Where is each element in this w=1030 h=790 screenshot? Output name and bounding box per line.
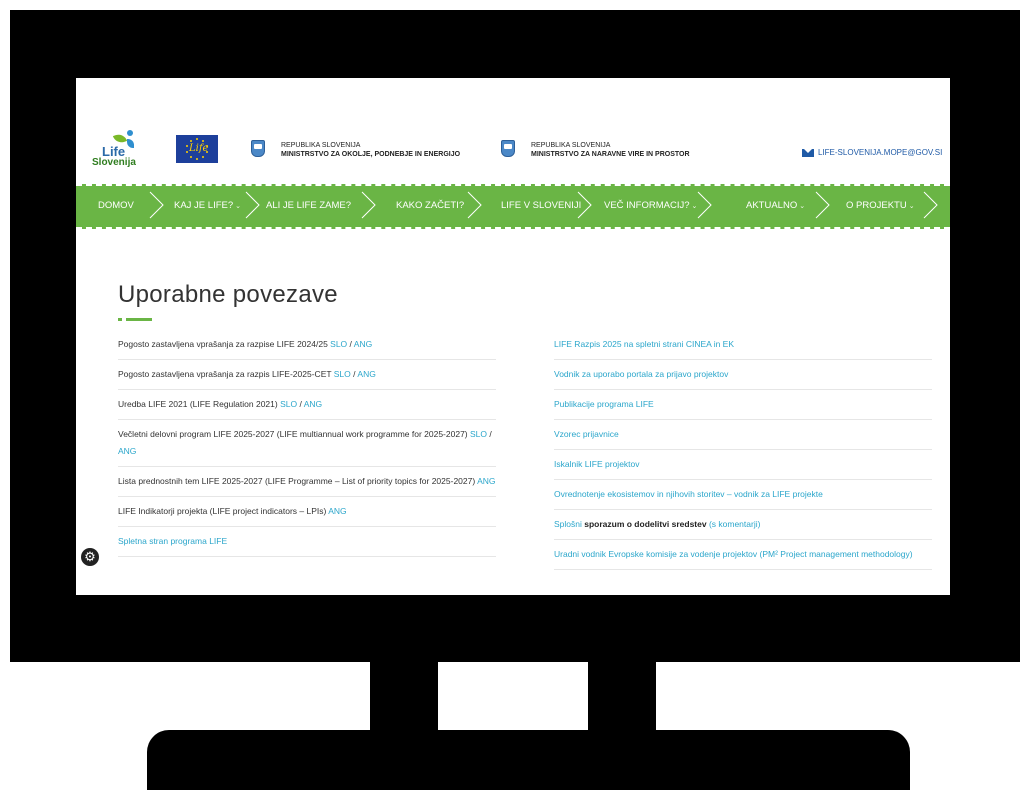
- gear-icon[interactable]: ⚙: [81, 548, 99, 566]
- link[interactable]: Publikacije programa LIFE: [554, 399, 654, 409]
- nav-item-kako-zaceti[interactable]: KAKO ZAČETI?: [396, 200, 466, 211]
- list-item: Vodnik za uporabo portala za prijavo pro…: [554, 360, 932, 390]
- monitor-stand-left: [370, 662, 438, 732]
- list-item: Lista prednostnih tem LIFE 2025-2027 (LI…: [118, 467, 496, 497]
- list-item: Spletna stran programa LIFE: [118, 527, 496, 557]
- list-item: Pogosto zastavljena vprašanja za razpis …: [118, 360, 496, 390]
- ministry-naravne-vire: REPUBLIKA SLOVENIJA MINISTRSTVO ZA NARAV…: [531, 142, 690, 158]
- nav-item-vec-informacij[interactable]: VEČ INFORMACIJ? ⌄: [604, 200, 697, 211]
- life-website-link[interactable]: Spletna stran programa LIFE: [118, 536, 227, 546]
- ang-link[interactable]: ANG: [477, 476, 495, 486]
- chevron-right-icon: [814, 191, 832, 219]
- list-item: Ovrednotenje ekosistemov in njihovih sto…: [554, 480, 932, 510]
- ang-link[interactable]: ANG: [357, 369, 375, 379]
- link[interactable]: Vzorec prijavnice: [554, 429, 619, 439]
- eu-life-flag-logo: Life: [176, 135, 218, 163]
- logo-sub: Slovenija: [92, 157, 136, 168]
- site-header: Life Slovenija Life REPUBLIKA SLOVENIJA …: [76, 118, 950, 176]
- main-nav: DOMOV KAJ JE LIFE? ⌄ ALI JE LIFE ZAME? KA…: [76, 184, 950, 229]
- nav-item-aktualno[interactable]: AKTUALNO ⌄: [746, 200, 805, 211]
- list-item: LIFE Razpis 2025 na spletni strani CINEA…: [554, 330, 932, 360]
- ang-link[interactable]: ANG: [304, 399, 322, 409]
- chevron-down-icon: ⌄: [799, 203, 806, 210]
- ang-link[interactable]: ANG: [354, 339, 372, 349]
- mail-icon: [802, 148, 814, 157]
- link[interactable]: Vodnik za uporabo portala za prijavo pro…: [554, 369, 728, 379]
- chevron-right-icon: [244, 191, 262, 219]
- email-text: LIFE-SLOVENIJA.MOPE@GOV.SI: [818, 148, 943, 157]
- chevron-down-icon: ⌄: [908, 203, 915, 210]
- ministry-okolje: REPUBLIKA SLOVENIJA MINISTRSTVO ZA OKOLJ…: [281, 142, 461, 158]
- links-right-column: LIFE Razpis 2025 na spletni strani CINEA…: [554, 330, 932, 570]
- slo-link[interactable]: SLO: [280, 399, 297, 409]
- chevron-down-icon: ⌄: [235, 203, 242, 210]
- chevron-right-icon: [360, 191, 378, 219]
- dot-icon: [127, 130, 133, 136]
- link[interactable]: LIFE Razpis 2025 na spletni strani CINEA…: [554, 339, 734, 349]
- chevron-right-icon: [466, 191, 484, 219]
- list-item: Večletni delovni program LIFE 2025-2027 …: [118, 420, 496, 467]
- slo-link[interactable]: SLO: [330, 339, 347, 349]
- list-item: LIFE Indikatorji projekta (LIFE project …: [118, 497, 496, 527]
- chevron-right-icon: [922, 191, 940, 219]
- list-item: Pogosto zastavljena vprašanja za razpise…: [118, 330, 496, 360]
- nav-item-o-projektu[interactable]: O PROJEKTU ⌄: [846, 200, 915, 211]
- nav-item-domov[interactable]: DOMOV: [98, 200, 136, 211]
- page-title: Uporabne povezave: [118, 281, 338, 308]
- list-item: Uredba LIFE 2021 (LIFE Regulation 2021) …: [118, 390, 496, 420]
- slo-link[interactable]: SLO: [470, 429, 487, 439]
- leaf-icon: [112, 132, 128, 145]
- links-left-column: Pogosto zastavljena vprašanja za razpise…: [118, 330, 496, 557]
- eu-life-text: Life: [189, 143, 209, 154]
- chevron-right-icon: [576, 191, 594, 219]
- link[interactable]: Iskalnik LIFE projektov: [554, 459, 640, 469]
- chevron-right-icon: [696, 191, 714, 219]
- email-link[interactable]: LIFE-SLOVENIJA.MOPE@GOV.SI: [802, 148, 942, 157]
- monitor-stand-right: [588, 662, 656, 732]
- nav-item-kaj-je-life[interactable]: KAJ JE LIFE? ⌄: [174, 200, 241, 211]
- screen: Life Slovenija Life REPUBLIKA SLOVENIJA …: [76, 78, 950, 595]
- life-slovenija-logo[interactable]: Life Slovenija: [90, 130, 144, 172]
- chevron-right-icon: [148, 191, 166, 219]
- coat-of-arms-icon: [501, 140, 515, 157]
- ang-link[interactable]: ANG: [118, 446, 136, 456]
- nav-item-life-v-sloveniji[interactable]: LIFE V SLOVENIJI: [501, 200, 583, 211]
- coat-of-arms-icon: [251, 140, 265, 157]
- list-item: Publikacije programa LIFE: [554, 390, 932, 420]
- list-item: Vzorec prijavnice: [554, 420, 932, 450]
- nav-item-ali-je-life-zame[interactable]: ALI JE LIFE ZAME?: [266, 200, 353, 211]
- list-item: Iskalnik LIFE projektov: [554, 450, 932, 480]
- title-underline: [118, 318, 152, 321]
- slo-link[interactable]: SLO: [334, 369, 351, 379]
- link[interactable]: Ovrednotenje ekosistemov in njihovih sto…: [554, 489, 823, 499]
- leaf-blue-icon: [127, 139, 134, 148]
- list-item: Splošni sporazum o dodelitvi sredstev (s…: [554, 510, 932, 540]
- grant-agreement-link[interactable]: sporazum o dodelitvi sredstev: [584, 519, 706, 529]
- monitor-base: [147, 730, 910, 790]
- link[interactable]: Uradni vodnik Evropske komisije za voden…: [554, 549, 913, 559]
- ang-link[interactable]: ANG: [328, 506, 346, 516]
- list-item: Uradni vodnik Evropske komisije za voden…: [554, 540, 932, 570]
